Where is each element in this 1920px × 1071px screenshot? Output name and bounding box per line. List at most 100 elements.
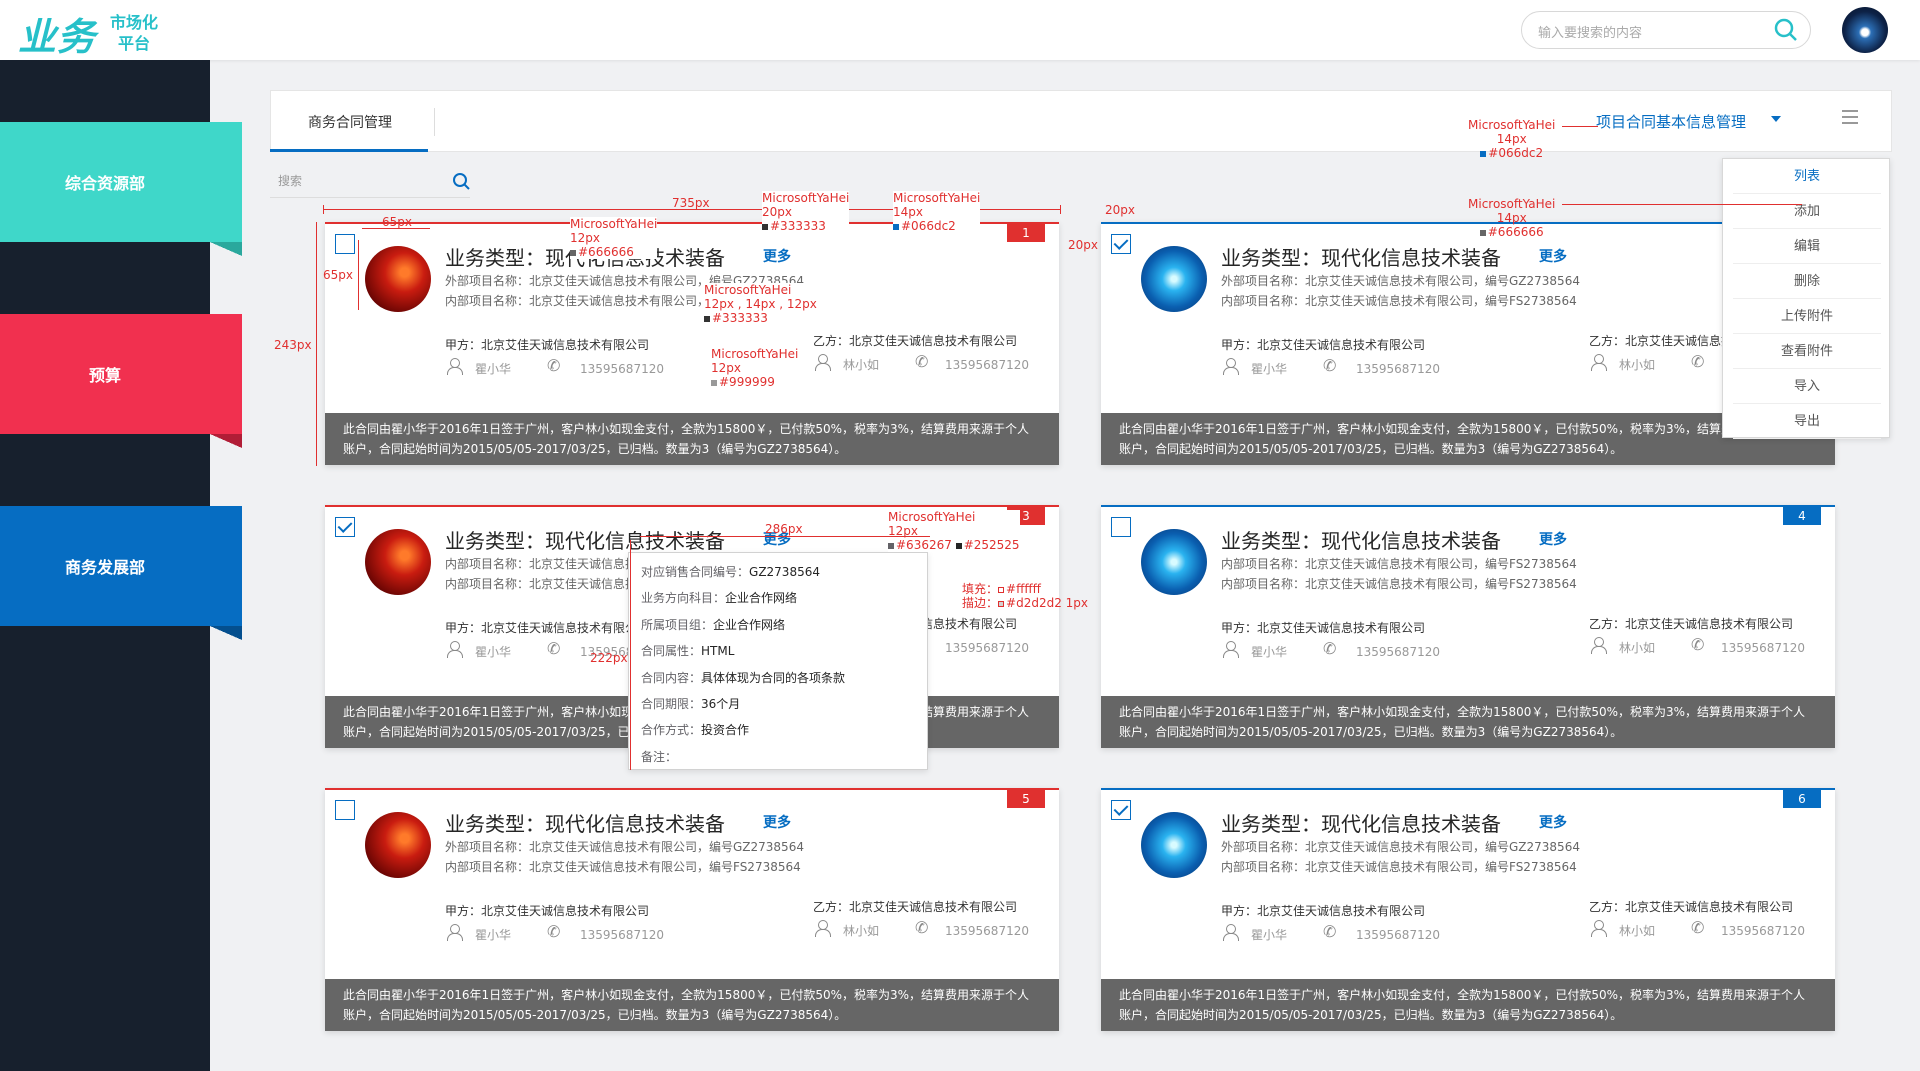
card-project-line1: 内部项目名称：北京艾佳天诚信息技术有限公司，编号FS2738564 (1221, 557, 1577, 571)
phone-icon: ✆ (1691, 635, 1705, 654)
popup-key: 业务方向科目： (641, 591, 726, 606)
sidebar-item-business-dev[interactable]: 商务发展部 (0, 506, 242, 626)
contact-b-name: 林小如 (843, 358, 880, 372)
search-icon[interactable] (1774, 18, 1798, 42)
user-icon (815, 354, 831, 371)
popup-value: HTML (701, 644, 735, 659)
search-input[interactable]: 输入要搜索的内容 (1521, 11, 1811, 49)
popup-row: 业务方向科目：企业合作网络 (641, 589, 797, 606)
contract-card[interactable]: 4 业务类型：现代化信息技术装备 更多 内部项目名称：北京艾佳天诚信息技术有限公司，编… (1101, 505, 1835, 748)
annotation-card-height: 243px (274, 338, 312, 352)
contact-a-name: 瞿小华 (475, 928, 512, 942)
annotation-font-gray: MicrosoftYaHei 12px #999999 (711, 347, 799, 389)
card-checkbox[interactable] (1111, 800, 1131, 820)
menu-item[interactable]: 查看附件 (1733, 334, 1881, 369)
phone-icon: ✆ (1323, 356, 1337, 375)
card-title: 业务类型：现代化信息技术装备 (445, 812, 725, 836)
popup-row: 合同内容：具体体现为合同的各项条款 (641, 669, 845, 686)
contract-card[interactable]: 1业务类型：现代化信息技术装备更多外部项目名称：北京艾佳天诚信息技术有限公司，编… (325, 222, 1059, 465)
phone-icon: ✆ (1691, 352, 1705, 371)
contact-b-phone: 13595687120 (945, 924, 1029, 938)
card-project-line2: 内部项目名称：北京艾佳天诚信息技术有限公司，编号FS2738564 (1221, 577, 1577, 591)
contact-a-phone: 13595687120 (580, 362, 664, 376)
popup-key: 对应销售合同编号： (641, 565, 750, 579)
sidebar-item-label: 预算 (88, 366, 121, 385)
menu-item[interactable]: 导出 (1733, 404, 1881, 439)
search-placeholder: 输入要搜索的内容 (1538, 26, 1643, 41)
menu-item[interactable]: 导入 (1733, 369, 1881, 404)
party-b: 乙方：北京艾佳天诚信息技术有限公司 (1589, 900, 1794, 914)
sidebar-fold-decoration (210, 434, 242, 448)
contact-b-phone: 13595687120 (1721, 924, 1805, 938)
more-link[interactable]: 更多 (763, 246, 791, 266)
contract-card[interactable]: 5 业务类型：现代化信息技术装备 更多 外部项目名称：北京艾佳天诚信息技术有限公司，编… (325, 788, 1059, 1031)
menu-item[interactable]: 列表 (1733, 159, 1881, 194)
phone-icon: ✆ (1323, 639, 1337, 658)
user-icon (1223, 924, 1239, 941)
popup-row: 合同期限：36个月 (641, 695, 740, 712)
sidebar-item-budget[interactable]: 预算 (0, 314, 242, 434)
annotation-font-title: MicrosoftYaHei 20px #333333 (762, 191, 850, 233)
card-thumbnail (1141, 529, 1207, 595)
card-checkbox[interactable] (335, 800, 355, 820)
card-number-badge: 1 (1007, 224, 1045, 242)
annotation-orb-height: 65px (323, 268, 353, 282)
card-project-line2: 内部项目名称：北京艾佳天诚信息技术有限公司，编号FS2738564 (1221, 860, 1577, 874)
user-icon (1223, 641, 1239, 658)
more-link[interactable]: 更多 (1539, 529, 1567, 549)
menu-item[interactable]: 编辑 (1733, 229, 1881, 264)
popup-row: 所属项目组：企业合作网络 (641, 616, 785, 633)
more-link[interactable]: 更多 (1539, 246, 1567, 266)
popup-key: 所属项目组： (641, 617, 714, 632)
info-management-dropdown[interactable]: 项目合同基本信息管理 (1596, 111, 1746, 132)
menu-item[interactable]: 删除 (1733, 264, 1881, 299)
search-icon[interactable] (452, 172, 470, 190)
phone-icon: ✆ (915, 918, 929, 937)
contact-b-name: 林小如 (1619, 924, 1656, 938)
caret-down-icon[interactable] (1771, 116, 1781, 122)
more-link[interactable]: 更多 (763, 812, 791, 832)
card-thumbnail (365, 246, 431, 312)
popup-value: 企业合作网络 (713, 617, 786, 632)
card-project-line1: 外部项目名称：北京艾佳天诚信息技术有限公司，编号GZ2738564 (1221, 274, 1580, 288)
annotation-width: 735px (672, 196, 710, 210)
card-title: 业务类型：现代化信息技术装备 (1221, 812, 1501, 836)
sidebar-fold-decoration (210, 242, 242, 256)
card-checkbox[interactable] (1111, 234, 1131, 254)
contact-a-name: 瞿小华 (1251, 645, 1288, 659)
card-checkbox[interactable] (335, 234, 355, 254)
contact-a-name: 瞿小华 (475, 362, 512, 376)
party-b: 乙方：北京艾佳天诚信息技术有限公司 (1589, 617, 1794, 631)
phone-icon: ✆ (1323, 922, 1337, 941)
contact-a-name: 瞿小华 (1251, 928, 1288, 942)
popup-value: 企业合作网络 (725, 591, 798, 606)
annotation-checkbox-offset-y: 20px (1068, 238, 1098, 252)
card-checkbox[interactable] (1111, 517, 1131, 537)
hamburger-menu-icon[interactable] (1842, 110, 1858, 124)
annotation-popup-width: 286px (765, 522, 803, 536)
card-checkbox[interactable] (335, 517, 355, 537)
logo-subtitle-line2: 平台 (118, 34, 151, 53)
contact-b-phone: 13595687120 (945, 641, 1029, 655)
avatar[interactable] (1842, 7, 1888, 53)
user-icon (1591, 920, 1607, 937)
card-summary: 此合同由瞿小华于2016年1日签于广州，客户林小如现金支付，全款为15800￥，… (325, 979, 1059, 1031)
menu-item[interactable]: 上传附件 (1733, 299, 1881, 334)
phone-icon: ✆ (1691, 918, 1705, 937)
party-a: 甲方：北京艾佳天诚信息技术有限公司 (445, 904, 650, 918)
card-project-line1: 外部项目名称：北京艾佳天诚信息技术有限公司，编号GZ2738564 (1221, 840, 1580, 854)
annotation-font-dropdown: MicrosoftYaHei 14px #066dc2 (1468, 118, 1556, 160)
contact-a-name: 瞿小华 (1251, 362, 1288, 376)
party-a: 甲方：北京艾佳天诚信息技术有限公司 (445, 338, 650, 352)
contract-search-input[interactable]: 搜索 (270, 162, 470, 198)
sidebar-item-resources[interactable]: 综合资源部 (0, 122, 242, 242)
contact-b-name: 林小如 (1619, 358, 1656, 372)
card-title: 业务类型：现代化信息技术装备 (445, 529, 725, 553)
contract-card[interactable]: 6 业务类型：现代化信息技术装备 更多 外部项目名称：北京艾佳天诚信息技术有限公司，编… (1101, 788, 1835, 1031)
card-summary: 此合同由瞿小华于2016年1日签于广州，客户林小如现金支付，全款为15800￥，… (1101, 979, 1835, 1031)
sidebar-fold-decoration (210, 626, 242, 640)
party-a: 甲方：北京艾佳天诚信息技术有限公司 (445, 621, 650, 635)
more-link[interactable]: 更多 (1539, 812, 1567, 832)
menu-item[interactable]: 添加 (1733, 194, 1881, 229)
contact-a-phone: 13595687120 (580, 928, 664, 942)
